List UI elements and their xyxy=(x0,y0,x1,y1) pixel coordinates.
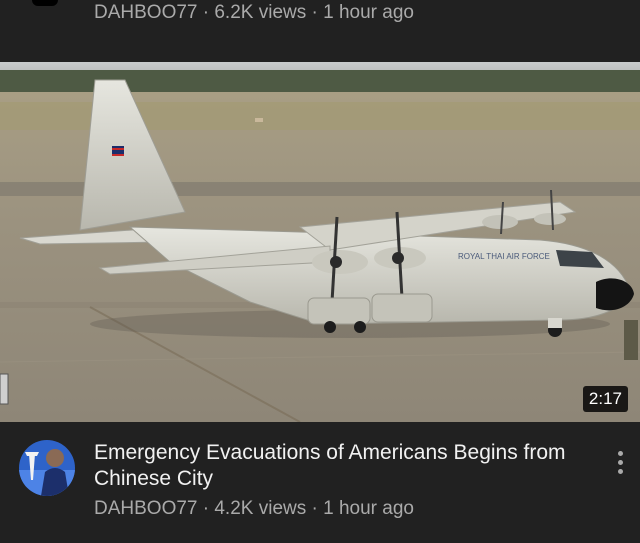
video-title[interactable]: Emergency Evacuations of Americans Begin… xyxy=(94,440,604,492)
more-vert-icon[interactable] xyxy=(606,444,634,480)
thumbnail-image: ROYAL THAI AIR FORCE xyxy=(0,62,640,422)
more-dot xyxy=(617,459,623,465)
previous-channel-avatar[interactable] xyxy=(32,0,58,6)
avatar-image xyxy=(19,440,75,496)
channel-avatar[interactable] xyxy=(19,440,75,496)
more-dot xyxy=(617,450,623,456)
aircraft-markings-text: ROYAL THAI AIR FORCE xyxy=(458,252,550,261)
video-meta: DAHBOO77 · 4.2K views · 1 hour ago xyxy=(94,498,414,519)
previous-video-meta: DAHBOO77 · 6.2K views · 1 hour ago xyxy=(94,2,414,23)
duration-badge: 2:17 xyxy=(582,386,628,412)
video-thumbnail[interactable]: ROYAL THAI AIR FORCE 2:17 xyxy=(0,62,640,422)
more-dot xyxy=(617,468,623,474)
